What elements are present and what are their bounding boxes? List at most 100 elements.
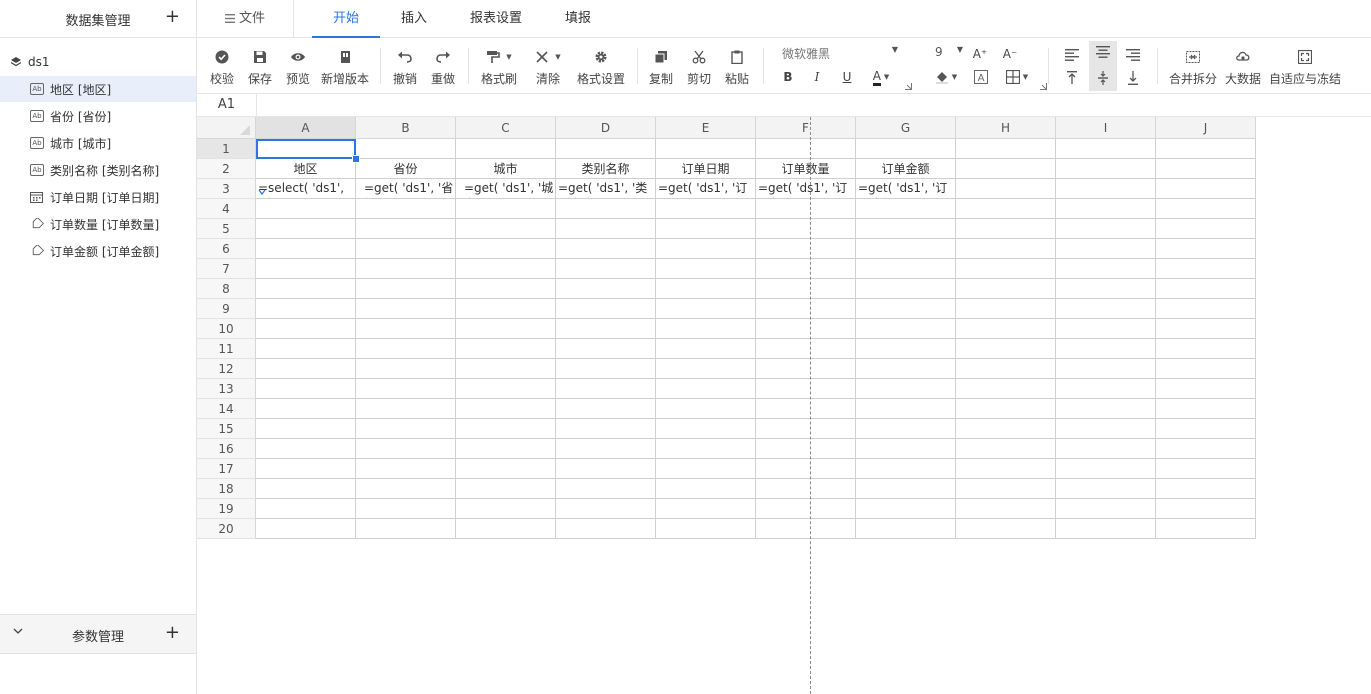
save-button[interactable]: 保存 (243, 38, 277, 93)
format-settings-button[interactable]: 格式设置 (574, 38, 628, 93)
tab-file[interactable]: 文件 (197, 0, 294, 37)
font-color-button[interactable]: A ▼ (867, 67, 895, 87)
cell-e2[interactable]: 订单日期 (656, 159, 755, 179)
column-header-e[interactable]: E (656, 117, 756, 139)
cut-button[interactable]: 剪切 (682, 38, 716, 93)
redo-button[interactable]: 重做 (426, 38, 460, 93)
row-header[interactable]: 5 (197, 219, 256, 239)
gridline (256, 278, 1256, 279)
check-circle-icon (205, 47, 239, 67)
italic-button[interactable]: I (808, 67, 826, 87)
format-painter-button[interactable]: ▼ 格式刷 (478, 38, 520, 93)
cell-d3[interactable]: =get( 'ds1', '类别名称') (556, 179, 655, 198)
align-left-button[interactable] (1059, 43, 1085, 67)
column-header-c[interactable]: C (456, 117, 556, 139)
row-header[interactable]: 3 (197, 179, 256, 199)
cell-g3[interactable]: =get( 'ds1', '订单金额') (856, 179, 955, 198)
row-header[interactable]: 15 (197, 419, 256, 439)
border-button[interactable]: ▼ (1001, 67, 1033, 87)
tab-report-settings[interactable]: 报表设置 (463, 0, 529, 37)
cell-b3[interactable]: =get( 'ds1', '省份') (356, 179, 455, 198)
align-bottom-button[interactable] (1120, 68, 1146, 88)
underline-button[interactable]: U (838, 67, 856, 87)
column-header-g[interactable]: G (856, 117, 956, 139)
column-header-f[interactable]: F (756, 117, 856, 139)
tab-insert[interactable]: 插入 (395, 0, 433, 37)
column-header-h[interactable]: H (956, 117, 1056, 139)
font-size-select[interactable]: 9 ▼ (935, 45, 965, 63)
row-header[interactable]: 20 (197, 519, 256, 539)
align-top-button[interactable] (1059, 68, 1085, 88)
column-header-d[interactable]: D (556, 117, 656, 139)
cell-e3[interactable]: =get( 'ds1', '订单日期') (656, 179, 755, 198)
row-header[interactable]: 1 (197, 139, 256, 159)
field-item-order-qty[interactable]: 订单数量 [订单数量] (0, 211, 196, 237)
field-item-order-date[interactable]: 订单日期 [订单日期] (0, 184, 196, 210)
row-header[interactable]: 14 (197, 399, 256, 419)
row-header[interactable]: 10 (197, 319, 256, 339)
cell-reference[interactable]: A1 (197, 94, 257, 116)
tab-start[interactable]: 开始 (312, 0, 380, 38)
cell-a3[interactable]: =select( 'ds1', '地区') (256, 179, 355, 198)
clear-button[interactable]: ▼ 清除 (530, 38, 566, 93)
add-dataset-button[interactable]: + (165, 7, 180, 27)
merge-split-button[interactable]: 合并拆分 (1167, 38, 1219, 93)
select-all-corner[interactable] (197, 117, 256, 139)
autofit-freeze-button[interactable]: 自适应与冻结 (1268, 38, 1342, 93)
row-header[interactable]: 6 (197, 239, 256, 259)
fill-color-button[interactable]: ▼ (930, 67, 962, 87)
active-cell-selection[interactable] (256, 139, 356, 159)
text-box-icon[interactable]: A (972, 67, 990, 87)
cell-f2[interactable]: 订单数量 (756, 159, 855, 179)
preview-button[interactable]: 预览 (281, 38, 315, 93)
font-dialog-launcher-icon[interactable] (904, 82, 912, 90)
tab-fill-report[interactable]: 填报 (558, 0, 598, 37)
row-header[interactable]: 11 (197, 339, 256, 359)
column-header-j[interactable]: J (1156, 117, 1256, 139)
new-version-button[interactable]: 新增版本 (318, 38, 372, 93)
row-header[interactable]: 9 (197, 299, 256, 319)
field-item-category[interactable]: Ab 类别名称 [类别名称] (0, 157, 196, 183)
decrease-font-button[interactable]: A⁻ (1001, 44, 1019, 64)
dataset-sidebar: 数据集管理 + ds1 Ab 地区 [地区] Ab 省份 [省份] Ab 城市 … (0, 0, 197, 694)
field-item-order-amount[interactable]: 订单金额 [订单金额] (0, 238, 196, 264)
row-header[interactable]: 7 (197, 259, 256, 279)
cell-f3[interactable]: =get( 'ds1', '订单数量') (756, 179, 855, 198)
row-header[interactable]: 2 (197, 159, 256, 179)
cell-c3[interactable]: =get( 'ds1', '城市') (456, 179, 555, 198)
row-header[interactable]: 12 (197, 359, 256, 379)
align-middle-button[interactable] (1089, 68, 1117, 88)
row-header[interactable]: 18 (197, 479, 256, 499)
formula-input[interactable] (257, 94, 1371, 116)
bold-button[interactable]: B (779, 67, 797, 87)
cell-g2[interactable]: 订单金额 (856, 159, 955, 179)
row-header[interactable]: 16 (197, 439, 256, 459)
field-item-province[interactable]: Ab 省份 [省份] (0, 103, 196, 129)
cell-d2[interactable]: 类别名称 (556, 159, 655, 179)
dataset-node-ds1[interactable]: ds1 (10, 53, 50, 71)
field-item-region[interactable]: Ab 地区 [地区] (0, 76, 196, 102)
cell-b2[interactable]: 省份 (356, 159, 455, 179)
column-header-b[interactable]: B (356, 117, 456, 139)
row-header[interactable]: 8 (197, 279, 256, 299)
column-header-i[interactable]: I (1056, 117, 1156, 139)
row-header[interactable]: 19 (197, 499, 256, 519)
add-parameter-button[interactable]: + (165, 623, 180, 643)
row-header[interactable]: 17 (197, 459, 256, 479)
undo-button[interactable]: 撤销 (388, 38, 422, 93)
field-item-city[interactable]: Ab 城市 [城市] (0, 130, 196, 156)
copy-button[interactable]: 复制 (644, 38, 678, 93)
big-data-button[interactable]: 大数据 (1223, 38, 1263, 93)
fill-handle[interactable] (352, 155, 360, 163)
column-header-a[interactable]: A (256, 117, 356, 139)
row-header[interactable]: 4 (197, 199, 256, 219)
font-family-select[interactable]: 微软雅黑 ▼ (782, 45, 900, 63)
validate-button[interactable]: 校验 (205, 38, 239, 93)
paste-button[interactable]: 粘贴 (720, 38, 754, 93)
row-header[interactable]: 13 (197, 379, 256, 399)
cell-c2[interactable]: 城市 (456, 159, 555, 179)
increase-font-button[interactable]: A⁺ (971, 44, 989, 64)
align-right-button[interactable] (1120, 43, 1146, 67)
cell-a2[interactable]: 地区 (256, 159, 355, 179)
border-dialog-launcher-icon[interactable] (1039, 82, 1047, 90)
